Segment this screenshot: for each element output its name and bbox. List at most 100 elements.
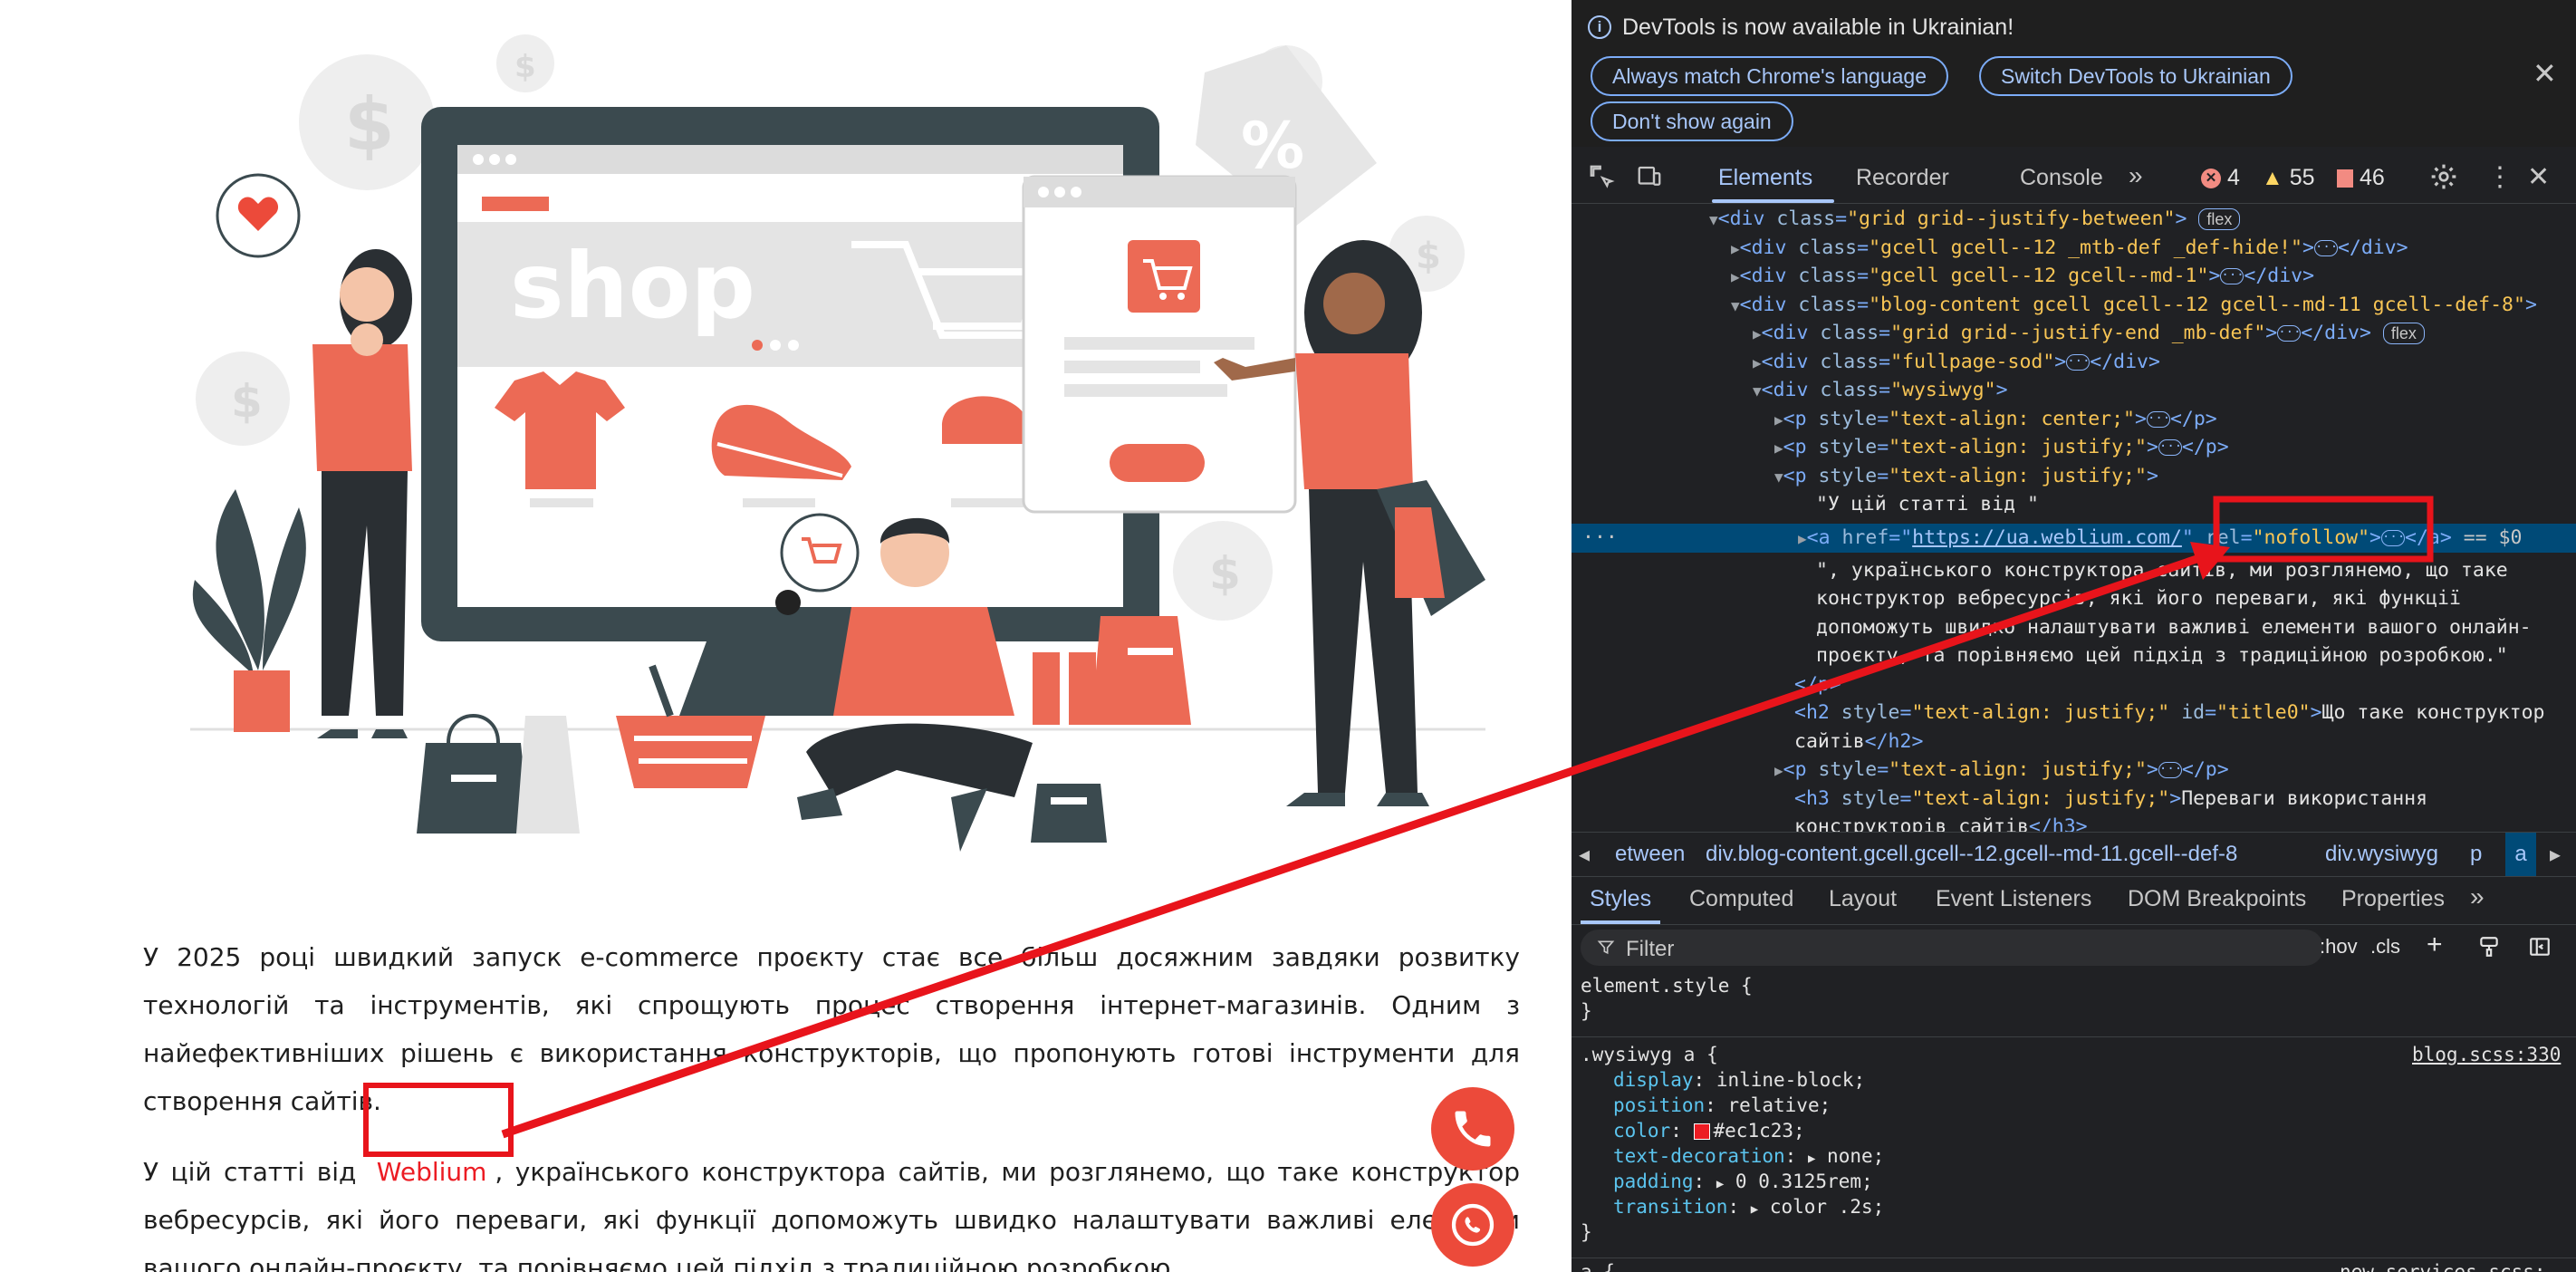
device-toolbar-icon[interactable] [1635, 163, 1664, 190]
tab-event-listeners[interactable]: Event Listeners [1936, 886, 2091, 912]
devtools-panel: i DevTools is now available in Ukrainian… [1572, 0, 2576, 1272]
dom-line-p-justify-2[interactable]: ▶<p style="text-align: justify;">···</p> [1774, 756, 2229, 785]
dom-line-wysiwyg[interactable]: ▼<div class="wysiwyg"> [1753, 376, 2008, 406]
dom-line-h2[interactable]: <h2 style="text-align: justify;" id="tit… [1794, 699, 2545, 728]
anchor-href-link[interactable]: https://ua.weblium.com/ [1912, 526, 2182, 549]
element-style-selector[interactable]: element.style { [1581, 973, 1753, 998]
breadcrumb-item-wysiwyg[interactable]: div.wysiwyg [2325, 842, 2438, 867]
svg-text:%: % [1241, 109, 1304, 183]
class-toggle[interactable]: .cls [2370, 935, 2400, 959]
weblium-link[interactable]: Weblium [369, 1157, 495, 1187]
a-selector[interactable]: a { [1581, 1259, 1615, 1272]
dom-line-anchor[interactable]: ▶<a href="https://ua.weblium.com/" rel="… [1798, 524, 2522, 554]
color-swatch[interactable] [1693, 1123, 1710, 1140]
tab-elements[interactable]: Elements [1718, 165, 1812, 191]
more-subtabs-icon[interactable]: » [2470, 882, 2485, 911]
paragraph-2-lead: У цій статті від [143, 1157, 357, 1187]
breadcrumb-scroll-left-icon[interactable]: ◂ [1579, 842, 1590, 868]
style-decl-text-decoration[interactable]: text-decoration: ▶ none; [1613, 1143, 1884, 1171]
dom-text-node-1[interactable]: "У цій статті від " [1816, 490, 2039, 519]
tab-layout[interactable]: Layout [1829, 886, 1897, 912]
dom-line-h2-cont: сайтів</h2> [1794, 730, 1924, 753]
style-decl-transition[interactable]: transition: ▶ color .2s; [1613, 1194, 1884, 1222]
tab-console[interactable]: Console [2020, 165, 2103, 191]
active-tab-indicator [1712, 199, 1834, 203]
dom-text-node-4: допоможуть швидко налаштувати важливі ел… [1816, 616, 2532, 639]
dont-show-again-button[interactable]: Don't show again [1591, 101, 1793, 141]
breadcrumb-scroll-right-icon[interactable]: ▸ [2550, 842, 2561, 868]
dom-line-grid[interactable]: ▼<div class="grid grid--justify-between"… [1709, 205, 2241, 235]
viber-button[interactable] [1431, 1183, 1514, 1267]
breadcrumb-item-a[interactable]: a [2505, 833, 2536, 876]
plant-decor [192, 489, 306, 732]
inspect-element-icon[interactable] [1588, 163, 1615, 190]
style-decl-color[interactable]: color: #ec1c23; [1613, 1118, 1805, 1143]
paint-brush-icon[interactable] [2477, 935, 2501, 959]
console-ref-marker: == $0 [2463, 526, 2523, 549]
tab-properties[interactable]: Properties [2341, 886, 2445, 912]
article-paragraph-2: У цій статті від Weblium, українського к… [143, 1148, 1520, 1272]
tab-styles[interactable]: Styles [1590, 886, 1651, 912]
phone-icon [1455, 1111, 1491, 1147]
dom-line-h3[interactable]: <h3 style="text-align: justify;">Переваг… [1794, 785, 2427, 814]
dom-line-p-open[interactable]: ▼<p style="text-align: justify;"> [1774, 462, 2158, 492]
wysiwyg-a-close: } [1581, 1221, 1592, 1243]
error-count: 4 [2226, 165, 2240, 190]
dom-line-p-close[interactable]: </p> [1794, 670, 1841, 699]
rule-source-link[interactable]: blog.scss:330 [2412, 1042, 2561, 1067]
warning-count: 55 [2289, 165, 2315, 190]
woman-left-illustration [312, 249, 412, 738]
svg-text:$: $ [344, 82, 395, 167]
settings-gear-icon[interactable] [2429, 162, 2458, 191]
dom-line-blog-content[interactable]: ▼<div class="blog-content gcell gcell--1… [1731, 291, 2537, 321]
tab-recorder[interactable]: Recorder [1856, 165, 1949, 191]
issues-icon [2337, 169, 2353, 188]
switch-to-ukrainian-button[interactable]: Switch DevTools to Ukrainian [1979, 56, 2292, 96]
more-options-icon[interactable]: ⋮ [2486, 161, 2514, 193]
dom-line-fullpage-sod[interactable]: ▶<div class="fullpage-sod">···</div> [1753, 348, 2160, 378]
dom-line-gcell-md1[interactable]: ▶<div class="gcell gcell--12 gcell--md-1… [1731, 262, 2314, 292]
rule-divider [1572, 1036, 2576, 1037]
error-icon: ✕ [2201, 169, 2221, 189]
dom-text-node-3: конструктор вебресурсів, які його перева… [1816, 587, 2461, 610]
tab-computed[interactable]: Computed [1689, 886, 1793, 912]
article-paragraph-1: У 2025 році швидкий запуск e-commerce пр… [143, 942, 1520, 1116]
dom-line-gcell-hide[interactable]: ▶<div class="gcell gcell--12 _mtb-def _d… [1731, 234, 2408, 264]
dom-text-node-2[interactable]: ", українського конструктора сайтів, ми … [1816, 556, 2508, 585]
dom-text-node-5: проєкту, та порівняємо цей підхід з трад… [1816, 644, 2508, 667]
hover-state-toggle[interactable]: :hov [2320, 935, 2358, 959]
breadcrumb-item-p[interactable]: p [2470, 842, 2482, 867]
flex-badge[interactable]: flex [2382, 323, 2425, 344]
add-style-rule-icon[interactable]: + [2427, 930, 2443, 960]
close-icon[interactable]: ✕ [2533, 56, 2557, 91]
rule-source-link-2[interactable]: new-services.scss: [2340, 1259, 2546, 1272]
toggle-sidebar-icon[interactable] [2528, 935, 2552, 959]
style-decl-display[interactable]: display: inline-block; [1613, 1067, 1865, 1093]
style-decl-padding[interactable]: padding: ▶ 0 0.3125rem; [1613, 1169, 1873, 1197]
dom-line-p-center[interactable]: ▶<p style="text-align: center;">···</p> [1774, 405, 2217, 435]
more-tabs-icon[interactable]: » [2129, 161, 2143, 190]
warning-counter[interactable]: ▲ 55 [2262, 165, 2315, 191]
close-devtools-icon[interactable]: ✕ [2527, 161, 2550, 193]
filter-icon [1597, 940, 1615, 955]
phone-call-button[interactable] [1431, 1087, 1514, 1171]
issues-counter[interactable]: 46 [2337, 165, 2385, 191]
breadcrumb-item-grid[interactable]: etween [1615, 842, 1685, 867]
styles-filter-input[interactable]: Filter [1581, 930, 2323, 966]
tab-dom-breakpoints[interactable]: DOM Breakpoints [2128, 886, 2306, 912]
wysiwyg-a-selector[interactable]: .wysiwyg a { [1581, 1042, 1718, 1067]
svg-text:$: $ [1209, 547, 1241, 600]
svg-text:$: $ [514, 49, 536, 85]
warning-icon: ▲ [2262, 166, 2283, 190]
dom-line-grid-end[interactable]: ▶<div class="grid grid--justify-end _mb-… [1753, 319, 2425, 349]
infobar-message: DevTools is now available in Ukrainian! [1622, 14, 2014, 40]
product-card-illustration [1022, 175, 1297, 514]
node-actions-icon[interactable]: ··· [1582, 524, 1618, 553]
error-counter[interactable]: ✕ 4 [2201, 165, 2240, 191]
always-match-language-button[interactable]: Always match Chrome's language [1591, 56, 1948, 96]
breadcrumb: ◂ etween div.blog-content.gcell.gcell--1… [1572, 832, 2576, 877]
breadcrumb-item-blog-content[interactable]: div.blog-content.gcell.gcell--12.gcell--… [1706, 842, 2237, 867]
style-decl-position[interactable]: position: relative; [1613, 1093, 1831, 1118]
flex-badge[interactable]: flex [2198, 208, 2241, 230]
dom-line-p-justify[interactable]: ▶<p style="text-align: justify;">···</p> [1774, 433, 2229, 463]
